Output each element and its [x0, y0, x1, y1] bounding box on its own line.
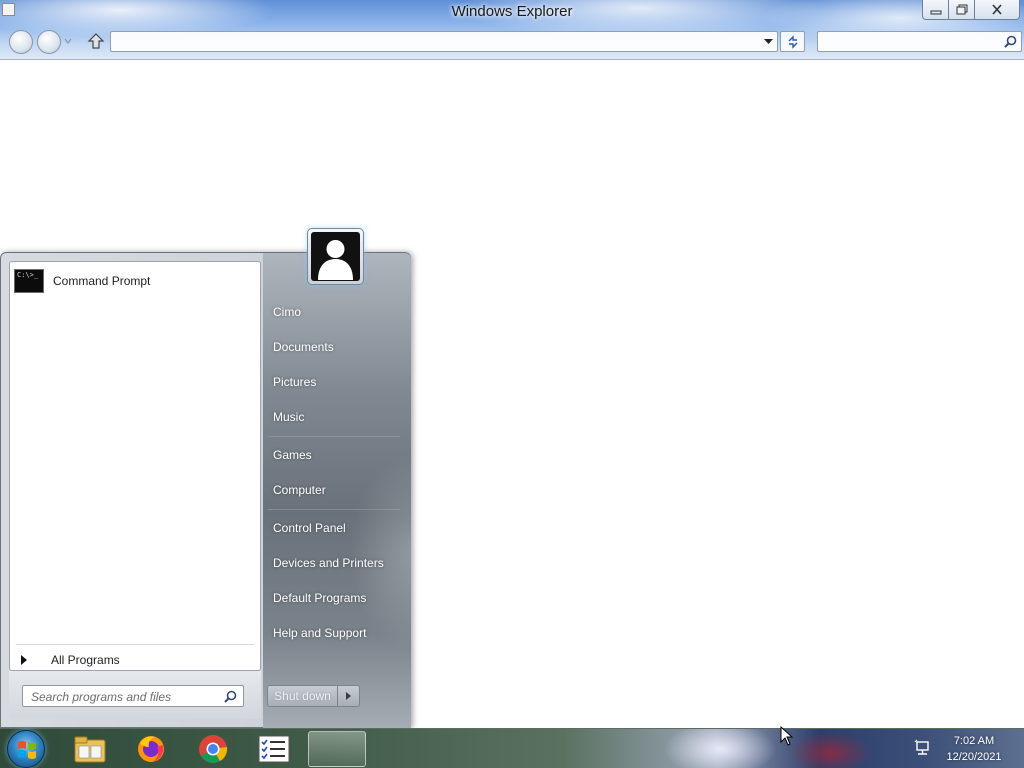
- system-clock[interactable]: 7:02 AM 12/20/2021: [938, 733, 1010, 765]
- network-icon[interactable]: [914, 739, 932, 757]
- explorer-search-box[interactable]: [817, 31, 1022, 52]
- chevron-down-icon: [64, 38, 72, 44]
- start-item-label: Command Prompt: [53, 274, 151, 288]
- start-link-pictures[interactable]: Pictures: [273, 375, 316, 389]
- close-icon: [992, 4, 1002, 15]
- minimize-icon: [930, 10, 941, 14]
- address-dropdown-button[interactable]: [761, 34, 775, 49]
- start-menu-programs-pane: C:\>_ Command Prompt All Programs: [9, 261, 261, 671]
- firefox-icon: [138, 736, 164, 762]
- start-link-documents[interactable]: Documents: [273, 340, 334, 354]
- mouse-pointer-icon: [780, 726, 794, 746]
- taskbar-active-window-button[interactable]: [308, 731, 366, 767]
- shutdown-group: Shut down: [267, 685, 360, 707]
- refresh-button[interactable]: [780, 31, 805, 52]
- window-title: Windows Explorer: [451, 3, 573, 20]
- search-icon: [224, 690, 237, 703]
- start-link-computer[interactable]: Computer: [273, 483, 326, 497]
- start-link-music[interactable]: Music: [273, 410, 304, 424]
- user-silhouette-icon: [318, 240, 353, 280]
- chevron-down-icon: [763, 38, 773, 44]
- start-search-placeholder: Search programs and files: [31, 690, 172, 704]
- restore-icon: [956, 4, 967, 15]
- taskbar-chrome-button[interactable]: [189, 731, 237, 767]
- start-search-area: Search programs and files: [9, 671, 261, 719]
- arrow-right-icon: [346, 692, 351, 700]
- start-item-command-prompt[interactable]: C:\>_ Command Prompt: [13, 266, 257, 296]
- checklist-icon: [258, 735, 290, 763]
- arrow-right-icon: [21, 655, 27, 665]
- recent-pages-dropdown[interactable]: [64, 37, 72, 45]
- start-menu: C:\>_ Command Prompt All Programs Search…: [0, 252, 411, 729]
- restore-button[interactable]: [948, 0, 975, 20]
- taskbar: 7:02 AM 12/20/2021: [0, 728, 1024, 768]
- start-link-games[interactable]: Games: [273, 448, 312, 462]
- up-one-level-button[interactable]: [86, 31, 106, 51]
- divider: [268, 436, 400, 437]
- start-button[interactable]: [7, 730, 45, 768]
- clock-date: 12/20/2021: [946, 751, 1002, 763]
- taskbar-explorer-button[interactable]: [66, 731, 114, 767]
- close-button[interactable]: [974, 0, 1020, 20]
- shutdown-button[interactable]: Shut down: [267, 685, 338, 707]
- all-programs-item[interactable]: All Programs: [13, 648, 257, 672]
- minimize-button[interactable]: [922, 0, 949, 20]
- divider: [268, 509, 400, 510]
- all-programs-label: All Programs: [51, 653, 120, 667]
- taskbar-checklist-button[interactable]: [250, 731, 298, 767]
- start-link-user[interactable]: Cimo: [273, 305, 301, 319]
- user-avatar: [311, 232, 360, 281]
- back-button[interactable]: [9, 30, 33, 54]
- chrome-icon: [199, 735, 228, 763]
- command-prompt-icon: C:\>_: [14, 269, 44, 293]
- arrow-up-icon: [87, 33, 105, 49]
- folder-icon: [74, 736, 106, 763]
- title-bar[interactable]: Windows Explorer: [0, 0, 1024, 60]
- start-link-default-programs[interactable]: Default Programs: [273, 591, 366, 605]
- windows-logo-icon: [18, 741, 36, 759]
- user-picture[interactable]: [307, 228, 364, 285]
- start-search-input[interactable]: Search programs and files: [22, 685, 244, 707]
- taskbar-firefox-button[interactable]: [127, 731, 175, 767]
- forward-button[interactable]: [37, 30, 61, 54]
- clock-time: 7:02 AM: [953, 735, 995, 747]
- search-icon: [1004, 35, 1017, 48]
- address-bar[interactable]: [110, 31, 778, 52]
- divider: [16, 644, 254, 645]
- refresh-icon: [788, 34, 797, 49]
- start-link-control-panel[interactable]: Control Panel: [273, 521, 346, 535]
- start-link-help-and-support[interactable]: Help and Support: [273, 626, 366, 640]
- start-link-devices-and-printers[interactable]: Devices and Printers: [273, 556, 384, 570]
- shutdown-options-button[interactable]: [338, 685, 360, 707]
